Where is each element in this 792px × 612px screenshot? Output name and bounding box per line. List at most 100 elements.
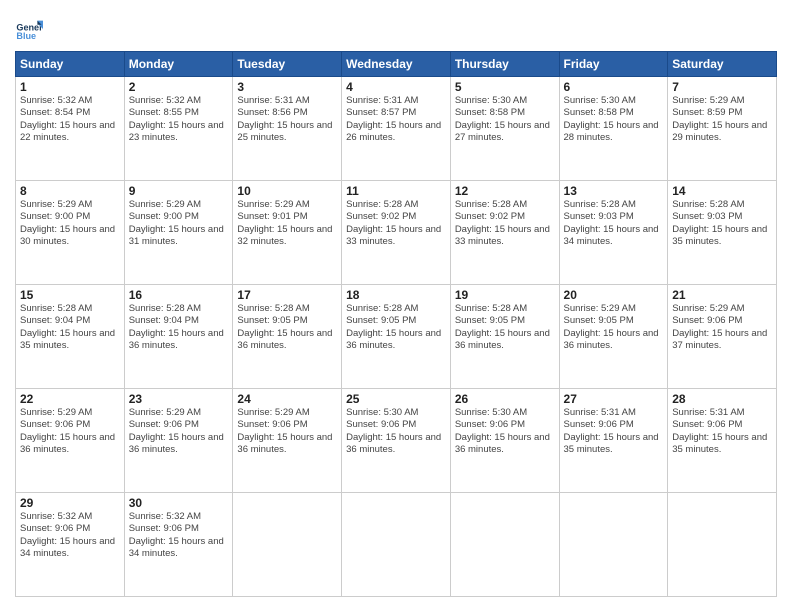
day-number: 25: [346, 392, 446, 406]
day-number: 4: [346, 80, 446, 94]
day-number: 30: [129, 496, 229, 510]
day-cell: 15Sunrise: 5:28 AMSunset: 9:04 PMDayligh…: [16, 285, 125, 389]
day-cell: 10Sunrise: 5:29 AMSunset: 9:01 PMDayligh…: [233, 181, 342, 285]
day-number: 7: [672, 80, 772, 94]
day-info: Sunrise: 5:29 AMSunset: 8:59 PMDaylight:…: [672, 95, 772, 144]
day-number: 21: [672, 288, 772, 302]
day-number: 16: [129, 288, 229, 302]
day-info: Sunrise: 5:30 AMSunset: 9:06 PMDaylight:…: [455, 407, 555, 456]
day-cell: 7Sunrise: 5:29 AMSunset: 8:59 PMDaylight…: [668, 77, 777, 181]
day-cell: 22Sunrise: 5:29 AMSunset: 9:06 PMDayligh…: [16, 389, 125, 493]
day-cell: 5Sunrise: 5:30 AMSunset: 8:58 PMDaylight…: [450, 77, 559, 181]
day-number: 24: [237, 392, 337, 406]
day-cell: 19Sunrise: 5:28 AMSunset: 9:05 PMDayligh…: [450, 285, 559, 389]
day-cell: 23Sunrise: 5:29 AMSunset: 9:06 PMDayligh…: [124, 389, 233, 493]
day-cell: 1Sunrise: 5:32 AMSunset: 8:54 PMDaylight…: [16, 77, 125, 181]
day-number: 11: [346, 184, 446, 198]
week-row-1: 1Sunrise: 5:32 AMSunset: 8:54 PMDaylight…: [16, 77, 777, 181]
day-info: Sunrise: 5:28 AMSunset: 9:04 PMDaylight:…: [20, 303, 120, 352]
day-number: 12: [455, 184, 555, 198]
day-cell: 13Sunrise: 5:28 AMSunset: 9:03 PMDayligh…: [559, 181, 668, 285]
day-info: Sunrise: 5:31 AMSunset: 8:56 PMDaylight:…: [237, 95, 337, 144]
day-number: 6: [564, 80, 664, 94]
calendar-table: SundayMondayTuesdayWednesdayThursdayFrid…: [15, 51, 777, 597]
page: General Blue SundayMondayTuesdayWednesda…: [0, 0, 792, 612]
day-info: Sunrise: 5:29 AMSunset: 9:06 PMDaylight:…: [672, 303, 772, 352]
logo-icon: General Blue: [15, 15, 43, 43]
day-info: Sunrise: 5:28 AMSunset: 9:04 PMDaylight:…: [129, 303, 229, 352]
day-number: 22: [20, 392, 120, 406]
header: General Blue: [15, 15, 777, 43]
day-info: Sunrise: 5:31 AMSunset: 9:06 PMDaylight:…: [564, 407, 664, 456]
day-cell: 11Sunrise: 5:28 AMSunset: 9:02 PMDayligh…: [342, 181, 451, 285]
day-cell: [559, 493, 668, 597]
day-cell: 18Sunrise: 5:28 AMSunset: 9:05 PMDayligh…: [342, 285, 451, 389]
day-info: Sunrise: 5:30 AMSunset: 9:06 PMDaylight:…: [346, 407, 446, 456]
day-cell: 17Sunrise: 5:28 AMSunset: 9:05 PMDayligh…: [233, 285, 342, 389]
day-number: 10: [237, 184, 337, 198]
day-info: Sunrise: 5:29 AMSunset: 9:00 PMDaylight:…: [129, 199, 229, 248]
day-info: Sunrise: 5:29 AMSunset: 9:05 PMDaylight:…: [564, 303, 664, 352]
day-cell: 25Sunrise: 5:30 AMSunset: 9:06 PMDayligh…: [342, 389, 451, 493]
day-number: 26: [455, 392, 555, 406]
day-number: 18: [346, 288, 446, 302]
day-cell: 29Sunrise: 5:32 AMSunset: 9:06 PMDayligh…: [16, 493, 125, 597]
day-info: Sunrise: 5:29 AMSunset: 9:00 PMDaylight:…: [20, 199, 120, 248]
col-header-friday: Friday: [559, 52, 668, 77]
col-header-tuesday: Tuesday: [233, 52, 342, 77]
day-info: Sunrise: 5:30 AMSunset: 8:58 PMDaylight:…: [564, 95, 664, 144]
col-header-monday: Monday: [124, 52, 233, 77]
day-cell: 6Sunrise: 5:30 AMSunset: 8:58 PMDaylight…: [559, 77, 668, 181]
day-info: Sunrise: 5:28 AMSunset: 9:05 PMDaylight:…: [237, 303, 337, 352]
day-number: 14: [672, 184, 772, 198]
day-info: Sunrise: 5:28 AMSunset: 9:05 PMDaylight:…: [346, 303, 446, 352]
day-info: Sunrise: 5:31 AMSunset: 8:57 PMDaylight:…: [346, 95, 446, 144]
day-number: 15: [20, 288, 120, 302]
day-info: Sunrise: 5:32 AMSunset: 9:06 PMDaylight:…: [129, 511, 229, 560]
day-number: 28: [672, 392, 772, 406]
week-row-3: 15Sunrise: 5:28 AMSunset: 9:04 PMDayligh…: [16, 285, 777, 389]
day-cell: 28Sunrise: 5:31 AMSunset: 9:06 PMDayligh…: [668, 389, 777, 493]
day-info: Sunrise: 5:29 AMSunset: 9:06 PMDaylight:…: [237, 407, 337, 456]
day-cell: [233, 493, 342, 597]
day-info: Sunrise: 5:31 AMSunset: 9:06 PMDaylight:…: [672, 407, 772, 456]
day-number: 17: [237, 288, 337, 302]
col-header-thursday: Thursday: [450, 52, 559, 77]
day-cell: [668, 493, 777, 597]
day-number: 5: [455, 80, 555, 94]
day-info: Sunrise: 5:32 AMSunset: 8:54 PMDaylight:…: [20, 95, 120, 144]
col-header-saturday: Saturday: [668, 52, 777, 77]
col-header-wednesday: Wednesday: [342, 52, 451, 77]
day-number: 8: [20, 184, 120, 198]
svg-text:Blue: Blue: [16, 31, 36, 41]
day-cell: 3Sunrise: 5:31 AMSunset: 8:56 PMDaylight…: [233, 77, 342, 181]
day-cell: [342, 493, 451, 597]
week-row-5: 29Sunrise: 5:32 AMSunset: 9:06 PMDayligh…: [16, 493, 777, 597]
day-info: Sunrise: 5:32 AMSunset: 9:06 PMDaylight:…: [20, 511, 120, 560]
day-info: Sunrise: 5:29 AMSunset: 9:01 PMDaylight:…: [237, 199, 337, 248]
day-cell: 27Sunrise: 5:31 AMSunset: 9:06 PMDayligh…: [559, 389, 668, 493]
day-cell: 21Sunrise: 5:29 AMSunset: 9:06 PMDayligh…: [668, 285, 777, 389]
logo: General Blue: [15, 15, 43, 43]
day-info: Sunrise: 5:28 AMSunset: 9:03 PMDaylight:…: [564, 199, 664, 248]
day-number: 2: [129, 80, 229, 94]
col-header-sunday: Sunday: [16, 52, 125, 77]
day-number: 1: [20, 80, 120, 94]
day-cell: 30Sunrise: 5:32 AMSunset: 9:06 PMDayligh…: [124, 493, 233, 597]
day-cell: 20Sunrise: 5:29 AMSunset: 9:05 PMDayligh…: [559, 285, 668, 389]
day-number: 27: [564, 392, 664, 406]
day-cell: 9Sunrise: 5:29 AMSunset: 9:00 PMDaylight…: [124, 181, 233, 285]
day-number: 20: [564, 288, 664, 302]
day-cell: 12Sunrise: 5:28 AMSunset: 9:02 PMDayligh…: [450, 181, 559, 285]
day-number: 29: [20, 496, 120, 510]
day-cell: 16Sunrise: 5:28 AMSunset: 9:04 PMDayligh…: [124, 285, 233, 389]
day-cell: 24Sunrise: 5:29 AMSunset: 9:06 PMDayligh…: [233, 389, 342, 493]
day-cell: 2Sunrise: 5:32 AMSunset: 8:55 PMDaylight…: [124, 77, 233, 181]
day-cell: 14Sunrise: 5:28 AMSunset: 9:03 PMDayligh…: [668, 181, 777, 285]
day-info: Sunrise: 5:28 AMSunset: 9:02 PMDaylight:…: [455, 199, 555, 248]
day-info: Sunrise: 5:28 AMSunset: 9:03 PMDaylight:…: [672, 199, 772, 248]
day-number: 23: [129, 392, 229, 406]
day-info: Sunrise: 5:28 AMSunset: 9:02 PMDaylight:…: [346, 199, 446, 248]
day-info: Sunrise: 5:29 AMSunset: 9:06 PMDaylight:…: [129, 407, 229, 456]
day-info: Sunrise: 5:30 AMSunset: 8:58 PMDaylight:…: [455, 95, 555, 144]
